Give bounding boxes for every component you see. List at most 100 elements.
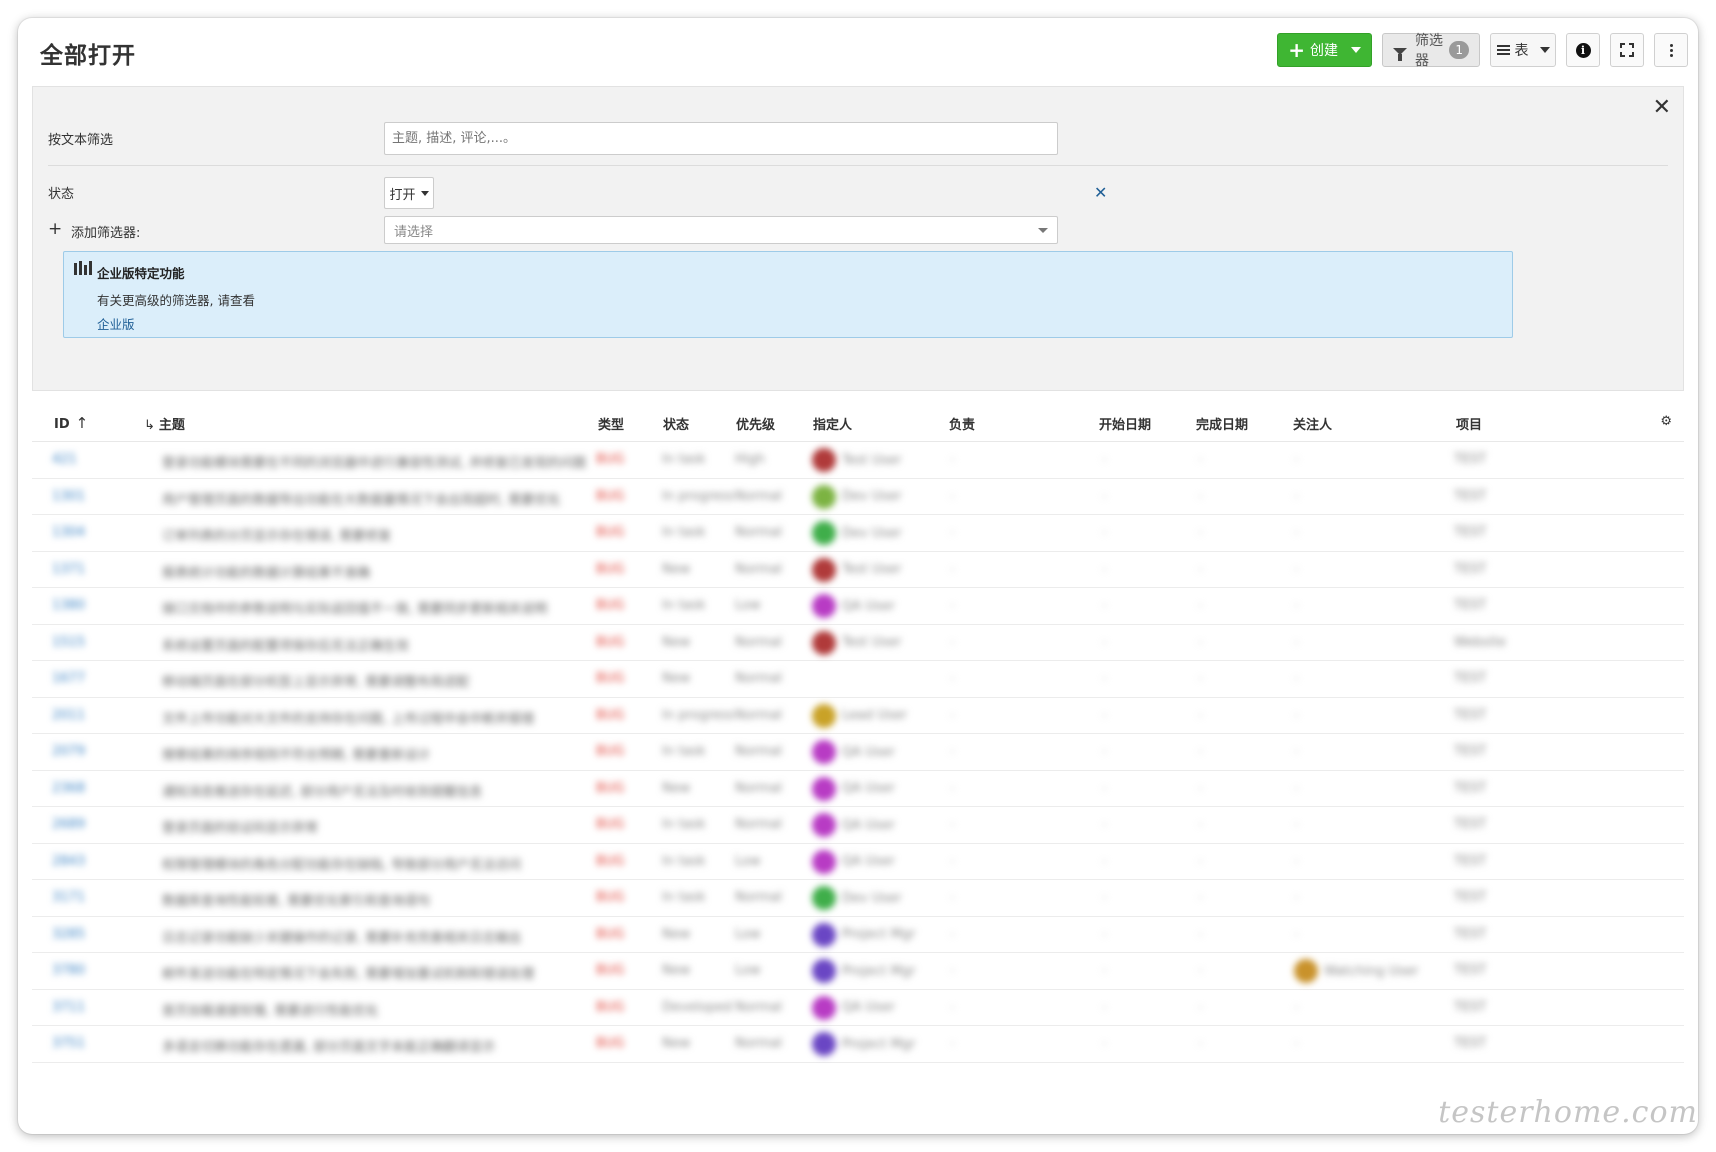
details-button[interactable]: i bbox=[1566, 33, 1600, 67]
column-header-finish-date[interactable]: 完成日期 bbox=[1196, 414, 1248, 433]
row-id-link[interactable]: 421 bbox=[52, 452, 77, 467]
column-header-watchers[interactable]: 关注人 bbox=[1293, 414, 1332, 433]
table-row[interactable]: 3751 多语言切换功能存在遗漏, 部分页面文字未能正确翻译显示 BUG New Nor… bbox=[32, 1026, 1684, 1063]
row-project[interactable]: TEST bbox=[1454, 854, 1486, 869]
more-button[interactable] bbox=[1654, 33, 1688, 67]
row-subject[interactable]: 登录页面的验证码显示异常 bbox=[162, 817, 318, 836]
row-subject[interactable]: 通知消息推送存在延迟, 部分用户无法及时收到提醒信息 bbox=[162, 781, 482, 800]
column-header-subject[interactable]: ↳ 主题 bbox=[144, 414, 185, 433]
row-assignee[interactable]: QA User bbox=[812, 740, 895, 764]
row-id-link[interactable]: 2079 bbox=[52, 744, 85, 759]
row-id-link[interactable]: 1371 bbox=[52, 562, 85, 577]
row-subject[interactable]: 移动端页面在部分机型上显示异常, 需要调整布局适配 bbox=[162, 671, 469, 690]
row-assignee[interactable]: Test User bbox=[812, 630, 901, 655]
column-header-type[interactable]: 类型 bbox=[598, 414, 624, 433]
table-row[interactable]: 2843 权限管理模块的角色分配功能存在缺陷, 导致部分用户无法访问 BUG In t… bbox=[32, 844, 1684, 880]
row-project[interactable]: TEST bbox=[1454, 963, 1486, 978]
status-filter-select[interactable]: 打开 bbox=[384, 177, 434, 209]
row-project[interactable]: TEST bbox=[1454, 562, 1486, 577]
column-header-project[interactable]: 项目 bbox=[1456, 414, 1482, 433]
row-id-link[interactable]: 2011 bbox=[52, 708, 85, 723]
table-row[interactable]: 1380 接口文档中的参数说明与实际返回值不一致, 需要同步更新相关说明 BUG In… bbox=[32, 588, 1684, 625]
row-subject[interactable]: 订单列表的分页显示存在错误, 需要修复 bbox=[162, 525, 391, 544]
row-assignee[interactable]: Project Mgr bbox=[812, 959, 915, 983]
table-row[interactable]: 2079 搜索结果的排序规则不符合预期, 需要重新设计 BUG In task Norm… bbox=[32, 734, 1684, 771]
remove-filter-icon[interactable]: ✕ bbox=[1094, 183, 1107, 202]
row-project[interactable]: TEST bbox=[1454, 489, 1486, 504]
row-id-link[interactable]: 1301 bbox=[52, 489, 85, 504]
plus-icon[interactable]: + bbox=[48, 219, 62, 239]
row-id-link[interactable]: 3285 bbox=[52, 927, 85, 942]
column-header-responsible[interactable]: 负责 bbox=[949, 414, 975, 433]
row-project[interactable]: TEST bbox=[1454, 1036, 1486, 1051]
row-id-link[interactable]: 1515 bbox=[52, 635, 85, 650]
row-subject[interactable]: 报表统计功能的数据计算结果不准确 bbox=[162, 562, 370, 581]
text-filter-input[interactable] bbox=[384, 122, 1058, 155]
row-assignee[interactable]: QA User bbox=[812, 813, 895, 837]
table-row[interactable]: 3780 邮件发送功能在特定情况下会失败, 需要增加重试机制和错误处理 BUG New… bbox=[32, 953, 1684, 990]
table-row[interactable]: 1515 系统设置页面的配置项保存后无法正确生效 BUG New Normal Test … bbox=[32, 625, 1684, 661]
table-row[interactable]: 1677 移动端页面在部分机型上显示异常, 需要调整布局适配 BUG New Norma… bbox=[32, 661, 1684, 698]
row-project[interactable]: TEST bbox=[1454, 708, 1486, 723]
row-id-link[interactable]: 1380 bbox=[52, 598, 85, 613]
table-row[interactable]: 2368 通知消息推送存在延迟, 部分用户无法及时收到提醒信息 BUG New Norm… bbox=[32, 771, 1684, 807]
column-header-assignee[interactable]: 指定人 bbox=[813, 414, 852, 433]
row-project[interactable]: TEST bbox=[1454, 927, 1486, 942]
row-subject[interactable]: 日志记录功能缺少关键操作的记录, 需要补充完善相关日志输出 bbox=[162, 927, 521, 946]
row-subject[interactable]: 多语言切换功能存在遗漏, 部分页面文字未能正确翻译显示 bbox=[162, 1036, 495, 1055]
row-id-link[interactable]: 3751 bbox=[52, 1036, 85, 1051]
row-subject[interactable]: 系统设置页面的配置项保存后无法正确生效 bbox=[162, 635, 409, 654]
row-subject[interactable]: 登录功能模块需要在不同的浏览器中进行兼容性测试, 并修复已发现的问题 bbox=[162, 452, 586, 471]
filter-toggle-button[interactable]: 筛选器 1 bbox=[1382, 33, 1480, 69]
column-header-priority[interactable]: 优先级 bbox=[736, 414, 775, 433]
row-id-link[interactable]: 3780 bbox=[52, 963, 85, 978]
row-project[interactable]: TEST bbox=[1454, 598, 1486, 613]
row-project[interactable]: TEST bbox=[1454, 744, 1486, 759]
row-assignee[interactable]: Project Mgr bbox=[812, 922, 915, 947]
row-assignee[interactable]: QA User bbox=[812, 776, 895, 801]
create-button[interactable]: + 创建 bbox=[1277, 33, 1372, 67]
gear-icon[interactable]: ⚙ bbox=[1660, 414, 1672, 429]
row-watcher[interactable]: Watching User bbox=[1294, 959, 1418, 983]
row-project[interactable]: TEST bbox=[1454, 452, 1486, 467]
table-row[interactable]: 3711 首页加载速度较慢, 需要进行性能优化 BUG Developed Normal… bbox=[32, 990, 1684, 1026]
row-project[interactable]: TEST bbox=[1454, 817, 1486, 832]
row-assignee[interactable]: Test User bbox=[812, 557, 901, 582]
column-header-status[interactable]: 状态 bbox=[663, 414, 689, 433]
enterprise-link[interactable]: 企业版 bbox=[97, 314, 135, 333]
row-assignee[interactable]: QA User bbox=[812, 849, 895, 874]
row-subject[interactable]: 数据库查询性能较差, 需要优化索引和查询语句 bbox=[162, 890, 430, 909]
row-assignee[interactable]: Lead User bbox=[812, 703, 907, 728]
row-id-link[interactable]: 3171 bbox=[52, 890, 85, 905]
row-subject[interactable]: 邮件发送功能在特定情况下会失败, 需要增加重试机制和错误处理 bbox=[162, 963, 534, 982]
row-assignee[interactable]: Dev User bbox=[812, 484, 901, 509]
row-assignee[interactable]: Project Mgr bbox=[812, 1032, 915, 1056]
row-id-link[interactable]: 2843 bbox=[52, 854, 85, 869]
close-icon[interactable]: ✕ bbox=[1653, 97, 1671, 119]
add-filter-select[interactable]: 请选择 bbox=[384, 216, 1058, 244]
row-project[interactable]: Website bbox=[1454, 635, 1506, 650]
table-row[interactable]: 3285 日志记录功能缺少关键操作的记录, 需要补充完善相关日志输出 BUG New L… bbox=[32, 917, 1684, 953]
row-project[interactable]: TEST bbox=[1454, 671, 1486, 686]
row-subject[interactable]: 文件上传功能对大文件的支持存在问题, 上传过程中会中断并报错 bbox=[162, 708, 534, 727]
table-row[interactable]: 2011 文件上传功能对大文件的支持存在问题, 上传过程中会中断并报错 BUG In … bbox=[32, 698, 1684, 734]
row-subject[interactable]: 接口文档中的参数说明与实际返回值不一致, 需要同步更新相关说明 bbox=[162, 598, 547, 617]
row-subject[interactable]: 搜索结果的排序规则不符合预期, 需要重新设计 bbox=[162, 744, 430, 763]
row-id-link[interactable]: 2368 bbox=[52, 781, 85, 796]
table-row[interactable]: 1371 报表统计功能的数据计算结果不准确 BUG New Normal Test Use… bbox=[32, 552, 1684, 588]
column-header-id[interactable]: ID ↑ bbox=[54, 414, 88, 432]
row-id-link[interactable]: 2689 bbox=[52, 817, 85, 832]
row-id-link[interactable]: 1677 bbox=[52, 671, 85, 686]
row-assignee[interactable]: Dev User bbox=[812, 521, 901, 545]
row-assignee[interactable]: Test User bbox=[812, 448, 901, 472]
row-assignee[interactable]: QA User bbox=[812, 594, 895, 618]
row-id-link[interactable]: 1304 bbox=[52, 525, 85, 540]
row-id-link[interactable]: 3711 bbox=[52, 1000, 85, 1015]
table-row[interactable]: 2689 登录页面的验证码显示异常 BUG In task Normal QA User -… bbox=[32, 807, 1684, 844]
table-row[interactable]: 421 登录功能模块需要在不同的浏览器中进行兼容性测试, 并修复已发现的问题 BUG… bbox=[32, 442, 1684, 479]
fullscreen-button[interactable] bbox=[1610, 33, 1644, 67]
row-subject[interactable]: 权限管理模块的角色分配功能存在缺陷, 导致部分用户无法访问 bbox=[162, 854, 521, 873]
view-mode-button[interactable]: 表 bbox=[1490, 33, 1556, 67]
row-project[interactable]: TEST bbox=[1454, 1000, 1486, 1015]
row-project[interactable]: TEST bbox=[1454, 890, 1486, 905]
